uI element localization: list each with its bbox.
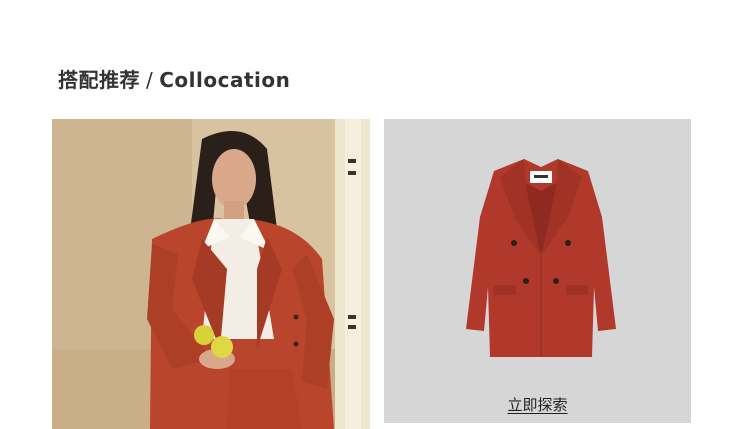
explore-now-link[interactable]: 立即探索 bbox=[384, 394, 691, 415]
product-card[interactable]: 立即探索 bbox=[384, 119, 691, 423]
jacket-product-image bbox=[466, 159, 616, 357]
title-separator: / bbox=[146, 68, 154, 92]
section-title-cn: 搭配推荐 bbox=[58, 68, 140, 92]
model-photo[interactable] bbox=[52, 119, 370, 429]
model-photo-illustration bbox=[52, 119, 370, 429]
section-title-en: Collocation bbox=[159, 68, 291, 92]
section-title: 搭配推荐 / Collocation bbox=[58, 64, 290, 93]
